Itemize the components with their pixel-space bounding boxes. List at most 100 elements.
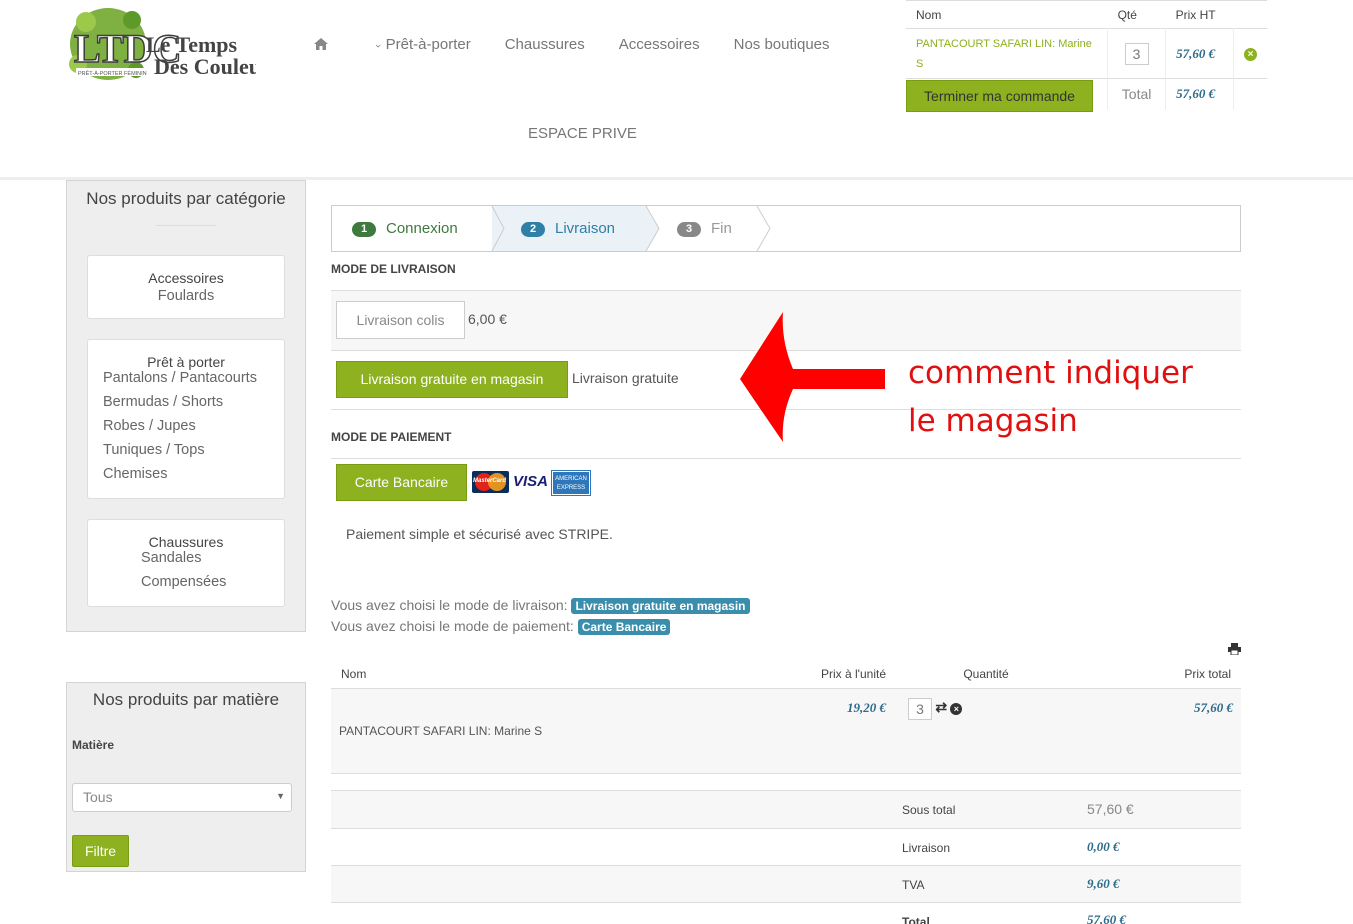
refresh-icon[interactable]: ⇄ [935,699,947,715]
delivery-colis-button[interactable]: Livraison colis [336,301,465,339]
order-item-unit-price: 19,20 € [847,699,886,715]
mini-cart-qty-input[interactable]: 3 [1124,42,1149,65]
finish-order-button[interactable]: Terminer ma commande [906,80,1093,112]
mini-cart-remove-cell: × [1233,28,1267,79]
visa-icon: VISA [512,471,549,493]
table-row: PANTACOURT SAFARI LIN: Marine S 19,20 € … [331,688,1241,773]
totals-label: Livraison [902,841,951,855]
remove-icon[interactable]: × [1244,48,1257,61]
mini-cart-item-price: 57,60 € [1165,28,1234,79]
checkout-steps: 1 Connexion 2 Livraison 3 Fin [331,205,1241,252]
mini-cart-col-name: Nom [906,0,1108,29]
mini-cart-item-qty-cell: 3 [1107,28,1167,79]
order-col-unit: Prix à l'unité [821,666,886,681]
payment-description: Paiement simple et sécurisé avec STRIPE. [346,526,613,542]
mastercard-icon: MasterCard [472,471,509,493]
mini-cart-footer-end [1233,78,1267,110]
totals-label: TVA [902,878,925,892]
mini-cart-col-qty: Qté [1107,0,1166,29]
order-col-name: Nom [341,666,367,681]
dropdown-arrow-icon: ▼ [276,791,285,801]
chosen-payment-text: Vous avez choisi le mode de paiement: [331,618,574,634]
step-separator [491,206,771,251]
totals-value: 57,60 € [1087,912,1126,924]
category-link[interactable]: Tuniques / Tops [103,438,284,462]
totals-block: Sous total 57,60 € Livraison 0,00 € TVA … [331,790,1241,924]
filter-button[interactable]: Filtre [72,835,129,867]
amex-icon: AMERICAN EXPRESS [551,470,591,496]
step-label: Fin [711,220,732,237]
annotation-line2: le magasin [908,403,1078,439]
order-item-total: 57,60 € [1194,699,1233,715]
mini-cart-item-name[interactable]: PANTACOURT SAFARI LIN: Marine S [906,28,1109,79]
mastercard-label: MasterCard [473,478,507,484]
main-nav: › Prêt-à-porter Chaussures Accessoires No… [300,34,847,56]
totals-value: 0,00 € [1087,839,1120,854]
material-select-value: Tous [83,789,113,805]
site-logo[interactable]: LTDC PRÊT-À-PORTER FÉMININ Le Temps Des … [66,4,280,88]
chosen-payment: Vous avez choisi le mode de paiement: Ca… [331,618,671,635]
category-link[interactable]: Pantalons / Pantacourts [103,366,284,390]
nav-pret-a-porter-label: Prêt-à-porter [385,36,471,53]
category-link[interactable]: Foulards [88,284,284,308]
logo-name-line2: Des Couleurs [154,54,256,79]
step-livraison[interactable]: 2 Livraison [521,206,615,251]
totals-value: 57,60 € [1087,801,1134,817]
payment-card-button[interactable]: Carte Bancaire [336,464,467,501]
material-select[interactable]: Tous ▼ [72,783,292,812]
mini-cart-col-price: Prix HT [1165,0,1234,29]
category-card-pret-a-porter: Prêt à porter Pantalons / Pantacourts Be… [87,339,285,499]
totals-label: Total [902,915,930,924]
material-label: Matière [72,738,115,752]
nav-pret-a-porter[interactable]: › Prêt-à-porter [342,34,488,56]
category-link[interactable]: Chemises [103,462,284,486]
chosen-delivery-badge: Livraison gratuite en magasin [571,598,750,614]
divider [156,225,216,226]
payment-title: MODE DE PAIEMENT [331,430,452,444]
mini-cart-total-price: 57,60 € [1165,78,1234,110]
step-badge: 3 [677,222,701,237]
delivery-store-button[interactable]: Livraison gratuite en magasin [336,361,568,398]
delivery-colis-price: 6,00 € [468,311,507,327]
print-icon[interactable] [1228,642,1241,656]
order-item-name: PANTACOURT SAFARI LIN: Marine S [339,723,543,738]
order-col-total: Prix total [1184,666,1231,681]
chevron-down-icon: › [371,44,384,48]
material-box: Nos produits par matière Matière Tous ▼ … [66,682,306,872]
category-box-title: Nos produits par catégorie [86,189,286,208]
step-fin: 3 Fin [677,206,732,251]
category-card-chaussures: Chaussures Sandales Compensées [87,519,285,607]
logo-tagline: PRÊT-À-PORTER FÉMININ [78,69,147,77]
annotation-line1: comment indiquer [908,355,1193,391]
order-col-qty: Quantité [963,666,1009,681]
totals-row: TVA 9,60 € [331,865,1241,902]
totals-row: Livraison 0,00 € [331,828,1241,865]
category-link[interactable]: Sandales [88,546,284,570]
chosen-payment-badge: Carte Bancaire [577,619,671,635]
category-list: Pantalons / Pantacourts Bermudas / Short… [88,366,284,486]
step-label: Livraison [555,220,616,237]
annotation-arrow [740,312,885,442]
divider [331,458,1241,459]
order-item-qty-cell: 3 ⇄ × [886,688,1086,773]
delivery-store-text: Livraison gratuite [572,370,679,386]
home-icon [314,38,328,50]
category-link[interactable]: Compensées [88,570,284,594]
nav-chaussures[interactable]: Chaussures [488,34,602,56]
order-qty-input[interactable]: 3 [908,697,932,720]
nav-boutiques[interactable]: Nos boutiques [717,34,847,56]
mini-cart-col-action [1233,0,1267,29]
category-link[interactable]: Robes / Jupes [103,414,284,438]
chosen-delivery: Vous avez choisi le mode de livraison: L… [331,597,750,614]
nav-home[interactable] [300,34,342,56]
category-link[interactable]: Bermudas / Shorts [103,390,284,414]
category-box: Nos produits par catégorie Accessoires F… [66,180,306,632]
step-badge: 2 [521,222,545,237]
totals-row: Total 57,60 € [331,902,1241,924]
site-header: LTDC PRÊT-À-PORTER FÉMININ Le Temps Des … [0,0,1353,180]
totals-value: 9,60 € [1087,876,1120,891]
remove-icon[interactable]: × [950,702,963,715]
nav-accessoires[interactable]: Accessoires [602,34,717,56]
nav-espace-prive[interactable]: ESPACE PRIVE [528,125,637,142]
material-box-title: Nos produits par matière [92,690,280,709]
